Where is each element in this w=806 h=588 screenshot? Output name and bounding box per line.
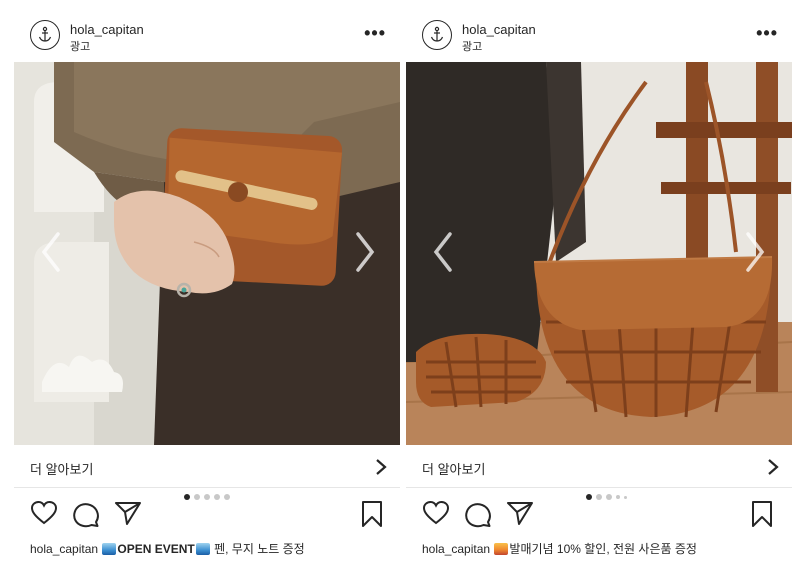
post-actions (14, 490, 400, 540)
chevron-right-icon (768, 459, 779, 475)
carousel-dot (586, 494, 592, 500)
bookmark-icon[interactable] (360, 500, 384, 528)
chevron-right-icon (356, 232, 375, 272)
post-username[interactable]: hola_capitan (462, 22, 536, 37)
profile-avatar[interactable] (30, 20, 60, 50)
caption-highlight: OPEN EVENT (117, 542, 195, 556)
more-options-button[interactable]: ••• (364, 24, 386, 42)
carousel-next-button[interactable] (350, 230, 380, 274)
carousel-dot (214, 494, 220, 500)
post-header: hola_capitan 광고 ••• (406, 12, 792, 62)
learn-more-button[interactable]: 더 알아보기 (14, 446, 400, 488)
profile-avatar[interactable] (422, 20, 452, 50)
bookmark-icon[interactable] (750, 500, 774, 528)
wave-emoji-icon (195, 543, 210, 555)
carousel-dot (204, 494, 210, 500)
comment-icon[interactable] (72, 500, 100, 528)
carousel-dot (194, 494, 200, 500)
product-photo-wallet[interactable] (14, 62, 400, 445)
post-caption: hola_capitan 발매기념 10% 할인, 전원 사은품 증정 (422, 540, 697, 557)
carousel-dot (184, 494, 190, 500)
carousel-dot (224, 494, 230, 500)
carousel-prev-button[interactable] (36, 230, 66, 274)
heart-icon[interactable] (422, 500, 450, 526)
more-options-button[interactable]: ••• (756, 24, 778, 42)
learn-more-button[interactable]: 더 알아보기 (406, 446, 792, 488)
carousel-dot (624, 495, 627, 499)
learn-more-label: 더 알아보기 (30, 462, 94, 477)
ad-post-1: hola_capitan 광고 ••• 더 알아보기 hola_capitan … (14, 12, 400, 588)
carousel-prev-button[interactable] (428, 230, 458, 274)
wave-emoji-icon (102, 543, 117, 555)
post-caption: hola_capitan OPEN EVENT 펜, 무지 노트 증정 (30, 540, 305, 557)
share-icon[interactable] (506, 500, 534, 526)
chevron-right-icon (746, 232, 765, 272)
sponsored-label: 광고 (462, 41, 483, 53)
caption-username[interactable]: hola_capitan (30, 542, 98, 556)
carousel-next-button[interactable] (740, 230, 770, 274)
sunrise-emoji-icon (494, 543, 509, 555)
anchor-icon (430, 26, 444, 42)
ad-post-2: hola_capitan 광고 ••• 더 알아보기 hola_capitan … (406, 12, 792, 588)
anchor-icon (38, 26, 52, 42)
caption-text: 발매기념 10% 할인, 전원 사은품 증정 (509, 542, 697, 556)
carousel-indicator (184, 494, 230, 500)
heart-icon[interactable] (30, 500, 58, 526)
caption-text: 펜, 무지 노트 증정 (210, 542, 305, 556)
carousel-dot (606, 494, 612, 500)
carousel-dot (616, 495, 620, 499)
chevron-right-icon (376, 459, 387, 475)
learn-more-label: 더 알아보기 (422, 462, 486, 477)
comment-icon[interactable] (464, 500, 492, 528)
caption-username[interactable]: hola_capitan (422, 542, 490, 556)
chevron-left-icon (433, 232, 452, 272)
carousel-indicator (586, 494, 627, 500)
product-photo-basket-bag[interactable] (406, 62, 792, 445)
sponsored-label: 광고 (70, 41, 91, 53)
share-icon[interactable] (114, 500, 142, 526)
post-username[interactable]: hola_capitan (70, 22, 144, 37)
chevron-left-icon (41, 232, 60, 272)
post-header: hola_capitan 광고 ••• (14, 12, 400, 62)
post-actions (406, 490, 792, 540)
carousel-dot (596, 494, 602, 500)
